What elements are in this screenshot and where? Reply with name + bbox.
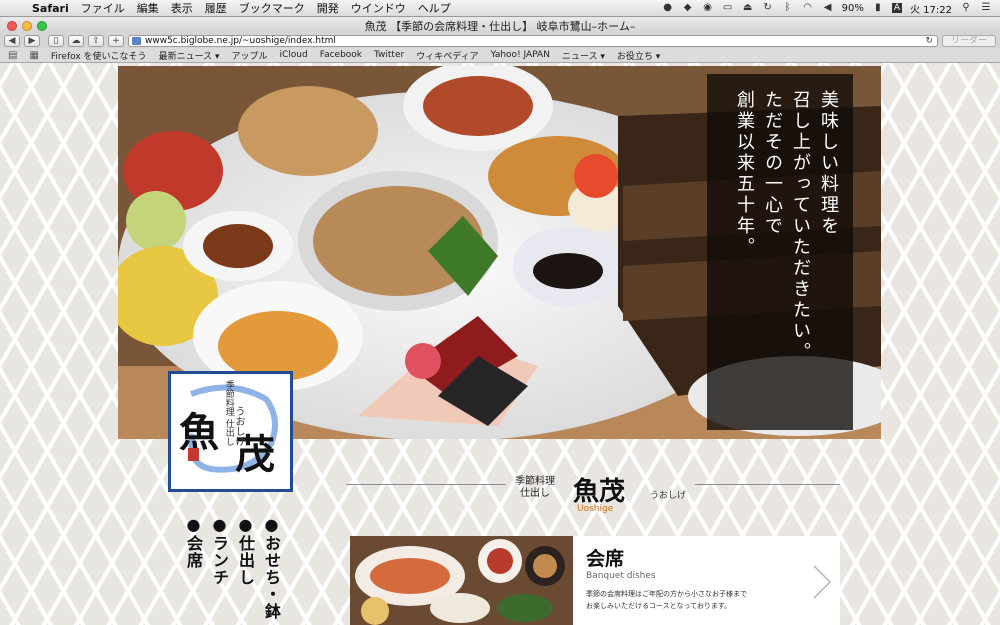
battery-percent[interactable]: 90% — [842, 3, 864, 14]
share-icon[interactable]: ⇪ — [88, 35, 104, 47]
menu-view[interactable]: 表示 — [165, 0, 199, 16]
window-zoom-button[interactable] — [37, 20, 47, 31]
menu-file[interactable]: ファイル — [75, 0, 131, 16]
icloud-tabs-icon[interactable]: ☁ — [68, 35, 84, 47]
nav-osechi[interactable]: ●おせち・鉢 — [261, 515, 281, 620]
menubar-clock[interactable]: 火 17:22 — [910, 1, 952, 16]
bookmark-useful[interactable]: お役立ち ▾ — [617, 49, 660, 62]
bookmark-twitter[interactable]: Twitter — [374, 50, 404, 60]
bookmark-yahoo-japan[interactable]: Yahoo! JAPAN — [491, 50, 550, 60]
bookmark-latest-news[interactable]: 最新ニュース ▾ — [159, 49, 220, 62]
menu-develop[interactable]: 開発 — [311, 0, 345, 16]
banquet-english-title: Banquet dishes — [586, 571, 656, 581]
sidebar-toggle-icon[interactable]: ▯ — [48, 35, 64, 47]
battery-icon: ▮ — [875, 2, 881, 13]
bookmark-icloud[interactable]: iCloud — [280, 50, 308, 60]
new-tab-button[interactable]: + — [108, 35, 124, 47]
heading-english: Uoshige — [577, 504, 614, 514]
bookmark-news[interactable]: ニュース ▾ — [562, 49, 605, 62]
menu-history[interactable]: 履歴 — [199, 0, 233, 16]
banquet-photo — [350, 536, 573, 625]
show-bookmarks-icon[interactable]: ▤ — [8, 50, 17, 61]
bookmark-firefox[interactable]: Firefox を使いこなそう — [51, 49, 147, 62]
reader-button[interactable]: リーダー — [941, 35, 996, 47]
menu-window[interactable]: ウインドウ — [345, 0, 412, 16]
volume-icon[interactable]: ◀ — [822, 3, 834, 13]
banquet-description-line-1: 季節の会席料理はご年配の方から小さなお子様まで — [586, 590, 747, 598]
address-bar-url: www5c.biglobe.ne.jp/~uoshige/index.html — [145, 36, 336, 46]
window-minimize-button[interactable] — [22, 20, 32, 31]
heading-divider-left — [346, 484, 506, 485]
hero-tagline-line-2: 召し上がっていただきたい。 — [790, 90, 811, 363]
bluetooth-icon[interactable]: ᛒ — [782, 3, 794, 13]
hero-tagline-line-3: ただその一心で — [762, 90, 783, 237]
banquet-card[interactable]: 会席 Banquet dishes 季節の会席料理はご年配の方から小さなお子様ま… — [350, 536, 840, 625]
dropbox-icon[interactable]: ◆ — [682, 3, 694, 13]
eject-icon[interactable]: ⏏ — [742, 3, 754, 13]
bookmark-apple[interactable]: アップル — [232, 49, 268, 62]
address-bar[interactable]: www5c.biglobe.ne.jp/~uoshige/index.html … — [128, 35, 938, 47]
heading-subtitle-line-1: 季節料理 — [515, 476, 555, 487]
nav-shidashi[interactable]: ●仕出し — [235, 515, 255, 620]
browser-toolbar: ◀ ▶ ▯ ☁ ⇪ + www5c.biglobe.ne.jp/~uoshige… — [0, 34, 1000, 48]
logo-character-uo: 魚 — [179, 409, 219, 456]
banquet-description: 季節の会席料理はご年配の方から小さなお子様まで お楽しみいただけるコースとなって… — [586, 588, 806, 612]
input-method-indicator[interactable]: A — [891, 3, 902, 13]
bookmark-facebook[interactable]: Facebook — [320, 50, 362, 60]
evernote-icon[interactable]: ◉ — [702, 3, 714, 13]
web-page-content: 美味しい料理を 召し上がっていただきたい。 ただその一心で 創業以来五十年。 魚… — [0, 63, 1000, 625]
site-favicon-icon — [132, 37, 141, 45]
hero-tagline-line-1: 美味しい料理を — [818, 90, 839, 237]
bookmark-wikipedia[interactable]: ウィキペディア — [416, 49, 478, 62]
window-titlebar: 魚茂 【季節の会席料理・仕出し】 岐阜市鷺山–ホーム– — [0, 17, 1000, 34]
menu-bookmarks[interactable]: ブックマーク — [233, 0, 311, 16]
window-close-button[interactable] — [7, 20, 17, 31]
banquet-description-line-2: お楽しみいただけるコースとなっております。 — [586, 602, 732, 610]
heading-reading: うおしげ — [650, 491, 687, 501]
nav-lunch[interactable]: ●ランチ — [209, 515, 229, 620]
banquet-dishes-photo — [350, 536, 573, 625]
top-sites-icon[interactable]: ▦ — [29, 50, 38, 61]
spotlight-search-icon[interactable]: ⚲ — [960, 3, 972, 13]
vertical-nav: ●おせち・鉢 ●仕出し ●ランチ ●会席 — [183, 515, 281, 620]
logo-reading: うおしげ — [233, 406, 244, 446]
wifi-icon[interactable]: ◠ — [802, 3, 814, 13]
hero-tagline-line-4: 創業以来五十年。 — [734, 90, 755, 258]
time-machine-icon[interactable]: ↻ — [762, 3, 774, 13]
chevron-right-icon[interactable] — [806, 562, 836, 602]
heading-subtitle: 季節料理 仕出し — [515, 476, 555, 500]
macos-menubar: Safari ファイル 編集 表示 履歴 ブックマーク 開発 ウインドウ ヘルプ… — [0, 0, 1000, 17]
site-logo[interactable]: 魚 茂 季節料理 仕出し うおしげ — [168, 371, 293, 492]
hero-tagline-panel: 美味しい料理を 召し上がっていただきたい。 ただその一心で 創業以来五十年。 — [707, 74, 853, 430]
bookmarks-bar: ▤ ▦ Firefox を使いこなそう 最新ニュース ▾ アップル iCloud… — [0, 48, 1000, 63]
heading-title: 魚茂 — [573, 477, 626, 507]
back-button[interactable]: ◀ — [4, 35, 20, 47]
window-title: 魚茂 【季節の会席料理・仕出し】 岐阜市鷺山–ホーム– — [364, 19, 636, 33]
forward-button[interactable]: ▶ — [24, 35, 40, 47]
banquet-title: 会席 — [586, 548, 625, 570]
heading-divider-right — [695, 484, 840, 485]
notification-center-icon[interactable]: ☰ — [980, 3, 992, 13]
heading-subtitle-line-2: 仕出し — [520, 488, 550, 499]
menu-app-safari[interactable]: Safari — [26, 2, 75, 15]
nav-kaiseki[interactable]: ●会席 — [183, 515, 203, 620]
reload-icon[interactable]: ↻ — [925, 36, 933, 46]
menu-edit[interactable]: 編集 — [131, 0, 165, 16]
logo-seal-icon — [188, 448, 199, 461]
menubar-status-area: ● ◆ ◉ ▭ ⏏ ↻ ᛒ ◠ ◀ 90% ▮ A 火 17:22 ⚲ ☰ — [662, 1, 1000, 16]
airplay-icon[interactable]: ▭ — [722, 3, 734, 13]
menu-help[interactable]: ヘルプ — [412, 0, 457, 16]
status-app-icon[interactable]: ● — [662, 3, 674, 13]
